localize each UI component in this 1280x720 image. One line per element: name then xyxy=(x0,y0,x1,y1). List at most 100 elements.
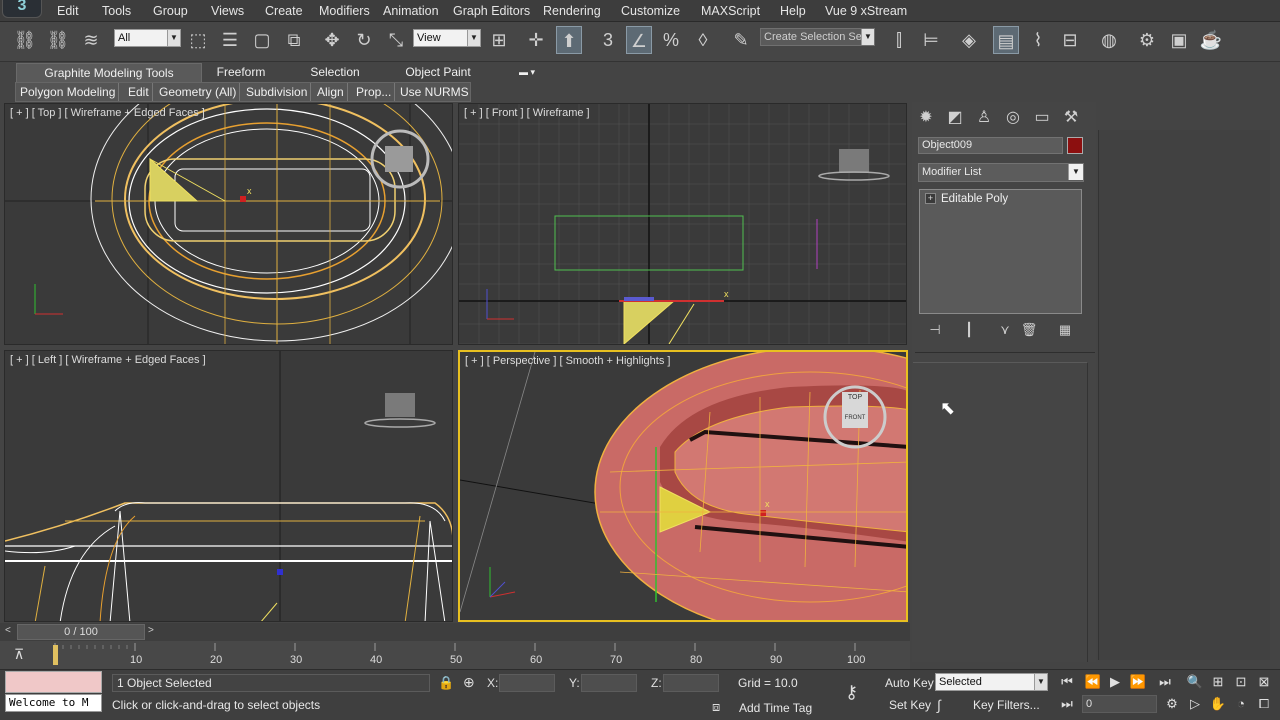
modify-panel-icon[interactable]: ◩ xyxy=(943,107,967,129)
viewport-front[interactable]: x [ + ] [ Front ] [ Wireframe ] xyxy=(458,103,907,345)
modifier-list-dropdown[interactable]: Modifier List ▼ xyxy=(918,163,1084,182)
edit-named-selection-icon[interactable]: ✎ xyxy=(728,26,754,54)
previous-frame-icon[interactable]: < xyxy=(5,625,11,636)
rectangular-selection-icon[interactable]: ▢ xyxy=(249,26,275,54)
angle-snap-icon[interactable]: ∠ xyxy=(626,26,652,54)
viewport-perspective-label[interactable]: [ + ] [ Perspective ] [ Smooth + Highlig… xyxy=(465,355,670,367)
viewport-front-label[interactable]: [ + ] [ Front ] [ Wireframe ] xyxy=(464,107,590,119)
percent-snap-icon[interactable]: % xyxy=(658,26,684,54)
maxscript-listener-mini[interactable] xyxy=(5,671,102,693)
play-icon[interactable]: ▶ xyxy=(1105,673,1125,691)
coord-z-field[interactable] xyxy=(663,674,719,692)
stack-item-editable-poly[interactable]: + Editable Poly xyxy=(921,191,1079,207)
layer-manager-icon[interactable]: ◈ xyxy=(956,26,982,54)
default-tangent-icon[interactable]: ∫ xyxy=(937,697,941,713)
next-key-icon[interactable]: ⏩ xyxy=(1128,673,1148,691)
viewport-top-label[interactable]: [ + ] [ Top ] [ Wireframe + Edged Faces … xyxy=(10,107,205,119)
render-production-icon[interactable]: ☕ xyxy=(1198,26,1224,54)
menu-customize[interactable]: Customize xyxy=(621,4,680,18)
menu-animation[interactable]: Animation xyxy=(383,4,439,18)
ribbon-properties[interactable]: Prop... xyxy=(353,83,396,101)
viewport-perspective[interactable]: x TOP FRONT [ + ] [ Perspective ] [ Smoo… xyxy=(458,350,908,622)
viewport-left-label[interactable]: [ + ] [ Left ] [ Wireframe + Edged Faces… xyxy=(10,354,206,366)
hierarchy-panel-icon[interactable]: ♙ xyxy=(972,107,996,129)
pin-stack-icon[interactable]: ⊣ xyxy=(925,321,945,339)
menu-maxscript[interactable]: MAXScript xyxy=(701,4,760,18)
pan-view-icon[interactable]: ✋ xyxy=(1208,695,1228,713)
time-slider[interactable]: 0 / 100 xyxy=(17,624,145,640)
menu-views[interactable]: Views xyxy=(211,4,244,18)
expand-icon[interactable]: + xyxy=(925,193,936,204)
bind-space-warp-icon[interactable]: ≋ xyxy=(78,26,104,54)
select-and-move-icon[interactable]: ✥ xyxy=(319,26,345,54)
maximize-viewport-icon[interactable]: ⧠ xyxy=(1254,695,1274,713)
previous-key-icon[interactable]: ⏪ xyxy=(1083,673,1103,691)
object-color-swatch[interactable] xyxy=(1067,137,1083,154)
tab-object-paint[interactable]: Object Paint xyxy=(398,63,478,82)
key-mode-dropdown[interactable]: Selected ▼ xyxy=(935,673,1048,691)
reference-coordinate-dropdown[interactable]: View ▼ xyxy=(413,29,481,47)
selection-filter-dropdown[interactable]: All ▼ xyxy=(114,29,181,47)
display-panel-icon[interactable]: ▭ xyxy=(1030,107,1054,129)
create-panel-icon[interactable]: ✹ xyxy=(914,107,938,129)
set-key-button[interactable]: Set Key xyxy=(889,698,931,712)
mirror-icon[interactable]: ⫿ xyxy=(886,26,912,54)
key-mode-toggle-icon[interactable]: ⏭ xyxy=(1057,695,1077,713)
menu-vue-xstream[interactable]: Vue 9 xStream xyxy=(825,4,907,18)
menu-help[interactable]: Help xyxy=(780,4,806,18)
menu-tools[interactable]: Tools xyxy=(102,4,131,18)
coord-y-field[interactable] xyxy=(581,674,637,692)
rendered-frame-window-icon[interactable]: ▣ xyxy=(1166,26,1192,54)
add-time-tag[interactable]: Add Time Tag xyxy=(739,701,812,715)
select-object-icon[interactable]: ⬚ xyxy=(185,26,211,54)
utilities-panel-icon[interactable]: ⚒ xyxy=(1059,107,1083,129)
keyboard-shortcut-override-icon[interactable]: ⬆ xyxy=(556,26,582,54)
configure-modifier-sets-icon[interactable]: ▦ xyxy=(1055,321,1075,339)
viewport-top[interactable]: x [ + ] [ Top ] [ Wireframe + Edged Face… xyxy=(4,103,453,345)
menu-group[interactable]: Group xyxy=(153,4,188,18)
tab-freeform[interactable]: Freeform xyxy=(210,63,272,82)
select-and-link-icon[interactable]: ⛓ xyxy=(12,26,38,54)
spinner-snap-icon[interactable]: ◊ xyxy=(690,26,716,54)
next-frame-icon[interactable]: > xyxy=(148,625,154,636)
ribbon-edit[interactable]: Edit xyxy=(125,83,153,101)
mini-curve-editor-icon[interactable]: ⊼ xyxy=(14,646,36,664)
set-key-icon[interactable]: ⚷ xyxy=(845,682,858,703)
snaps-toggle-icon[interactable]: 3 xyxy=(595,26,621,54)
ribbon-options-icon[interactable]: ▬ ▾ xyxy=(512,63,542,82)
menu-graph-editors[interactable]: Graph Editors xyxy=(453,4,530,18)
viewcube-front-label[interactable]: FRONT xyxy=(841,415,869,421)
align-icon[interactable]: ⊨ xyxy=(918,26,944,54)
show-end-result-icon[interactable]: ┃ xyxy=(959,321,979,339)
schematic-view-icon[interactable]: ⊟ xyxy=(1057,26,1083,54)
render-setup-icon[interactable]: ⚙ xyxy=(1134,26,1160,54)
auto-key-button[interactable]: Auto Key xyxy=(885,676,934,690)
menu-rendering[interactable]: Rendering xyxy=(543,4,601,18)
menu-create[interactable]: Create xyxy=(265,4,303,18)
zoom-icon[interactable]: 🔍 xyxy=(1185,673,1205,691)
coord-x-field[interactable] xyxy=(499,674,555,692)
welcome-listener-field[interactable]: Welcome to M xyxy=(5,694,102,712)
absolute-mode-transform-icon[interactable]: ⊕ xyxy=(463,674,475,691)
named-selection-sets-dropdown[interactable]: Create Selection Se ▼ xyxy=(760,28,875,46)
graphite-toggle-icon[interactable]: ▤ xyxy=(993,26,1019,54)
selection-lock-icon[interactable]: 🔒 xyxy=(438,675,454,691)
menu-modifiers[interactable]: Modifiers xyxy=(319,4,370,18)
modifier-stack[interactable] xyxy=(919,189,1082,314)
pivot-center-icon[interactable]: ⊞ xyxy=(486,26,512,54)
menu-edit[interactable]: Edit xyxy=(57,4,79,18)
go-to-end-icon[interactable]: ⏭ xyxy=(1155,673,1175,691)
orbit-icon[interactable]: ◔ xyxy=(1231,695,1251,713)
ribbon-polygon-modeling[interactable]: Polygon Modeling xyxy=(17,83,120,101)
zoom-all-icon[interactable]: ⊞ xyxy=(1208,673,1228,691)
motion-panel-icon[interactable]: ◎ xyxy=(1001,107,1025,129)
remove-modifier-icon[interactable]: 🗑 xyxy=(1019,321,1039,339)
key-filters-button[interactable]: Key Filters... xyxy=(973,698,1040,712)
unlink-icon[interactable]: ⛓ xyxy=(45,26,71,54)
time-tag-icon[interactable]: ⧈ xyxy=(712,699,720,715)
tab-selection[interactable]: Selection xyxy=(302,63,368,82)
ribbon-use-nurms[interactable]: Use NURMS xyxy=(397,83,472,101)
field-of-view-icon[interactable]: ▷ xyxy=(1185,695,1205,713)
curve-editor-icon[interactable]: ⌇ xyxy=(1025,26,1051,54)
app-logo-button[interactable]: 3 xyxy=(2,0,42,18)
